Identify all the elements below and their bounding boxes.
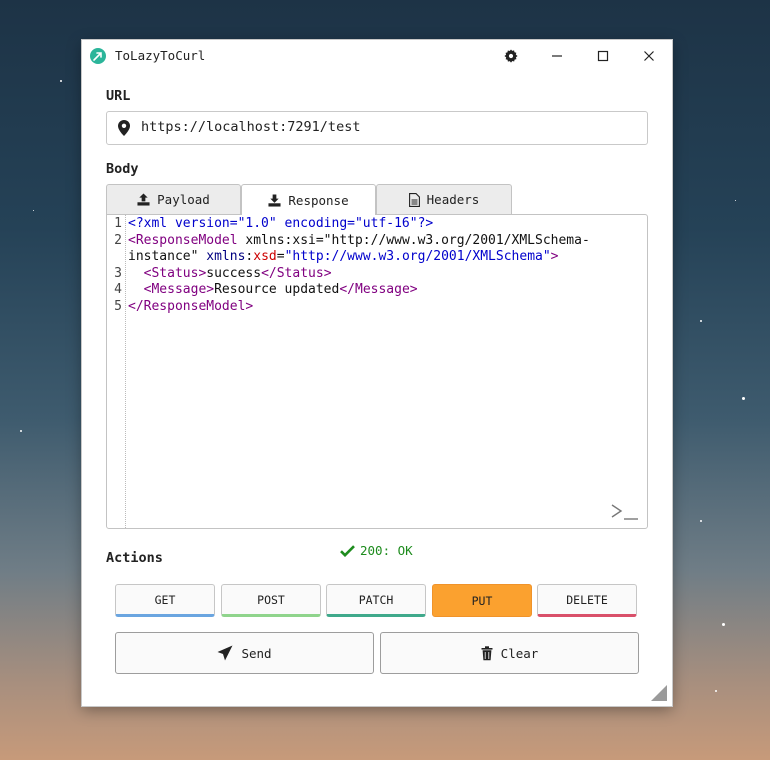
send-label: Send [241, 645, 272, 661]
clear-button[interactable]: Clear [380, 632, 639, 674]
trash-icon [481, 645, 493, 660]
code-content: <?xml version="1.0" encoding="utf-16"?> <… [128, 216, 638, 315]
settings-button[interactable] [488, 40, 534, 72]
tab-response[interactable]: Response [241, 184, 376, 215]
send-icon [217, 645, 233, 661]
actions-label: Actions [106, 550, 163, 566]
code-line: <?xml version="1.0" encoding="utf-16"?> [128, 216, 434, 231]
status-indicator: 200: OK [340, 543, 413, 558]
check-icon [340, 544, 355, 557]
minimize-icon [552, 55, 562, 57]
code-line: instance" xmlns:xsd="http://www.w3.org/2… [128, 249, 559, 264]
line-number: 1 [114, 216, 122, 231]
close-button[interactable] [626, 40, 672, 72]
maximize-icon [597, 50, 609, 62]
clear-label: Clear [500, 645, 539, 661]
status-text: 200: OK [360, 543, 413, 558]
url-label: URL [106, 88, 131, 104]
patch-button[interactable]: PATCH [326, 584, 426, 617]
window-title: ToLazyToCurl [115, 48, 206, 63]
line-number: 5 [114, 298, 122, 314]
location-pin-icon [118, 120, 130, 136]
tab-payload[interactable]: Payload [106, 184, 241, 214]
app-window: ToLazyToCurl URL Body Payload [82, 40, 672, 706]
maximize-button[interactable] [580, 40, 626, 72]
response-editor[interactable]: 1 2 3 4 5 <?xml version="1.0" encoding="… [106, 214, 648, 529]
code-line: <Status>success</Status> [143, 265, 332, 281]
url-field[interactable] [106, 111, 648, 145]
tab-headers[interactable]: Headers [376, 184, 512, 214]
delete-button[interactable]: DELETE [537, 584, 637, 617]
line-number: 2 [114, 232, 122, 248]
send-button[interactable]: Send [115, 632, 374, 674]
close-icon [644, 51, 654, 61]
line-number-gutter: 1 2 3 4 5 [107, 215, 126, 528]
body-label: Body [106, 161, 139, 177]
code-line: </ResponseModel> [128, 298, 254, 314]
code-line: <Message>Resource updated</Message> [143, 282, 418, 297]
app-logo-icon [90, 48, 106, 64]
post-button[interactable]: POST [221, 584, 321, 617]
resize-grip-icon[interactable] [651, 685, 667, 701]
line-number: 4 [114, 282, 122, 297]
line-number: 3 [114, 265, 122, 281]
put-button[interactable]: PUT [432, 584, 532, 617]
get-button[interactable]: GET [115, 584, 215, 617]
title-bar: ToLazyToCurl [82, 40, 672, 72]
document-icon [408, 192, 420, 207]
terminal-icon[interactable] [611, 503, 639, 521]
tab-response-label: Response [288, 192, 349, 208]
code-line: <ResponseModel xmlns:xsi="http://www.w3.… [128, 232, 590, 248]
gear-icon [504, 49, 518, 63]
url-input[interactable] [141, 116, 636, 138]
download-icon [268, 193, 281, 207]
minimize-button[interactable] [534, 40, 580, 72]
tab-payload-label: Payload [157, 192, 210, 207]
tab-headers-label: Headers [426, 192, 480, 207]
upload-icon [137, 193, 150, 206]
